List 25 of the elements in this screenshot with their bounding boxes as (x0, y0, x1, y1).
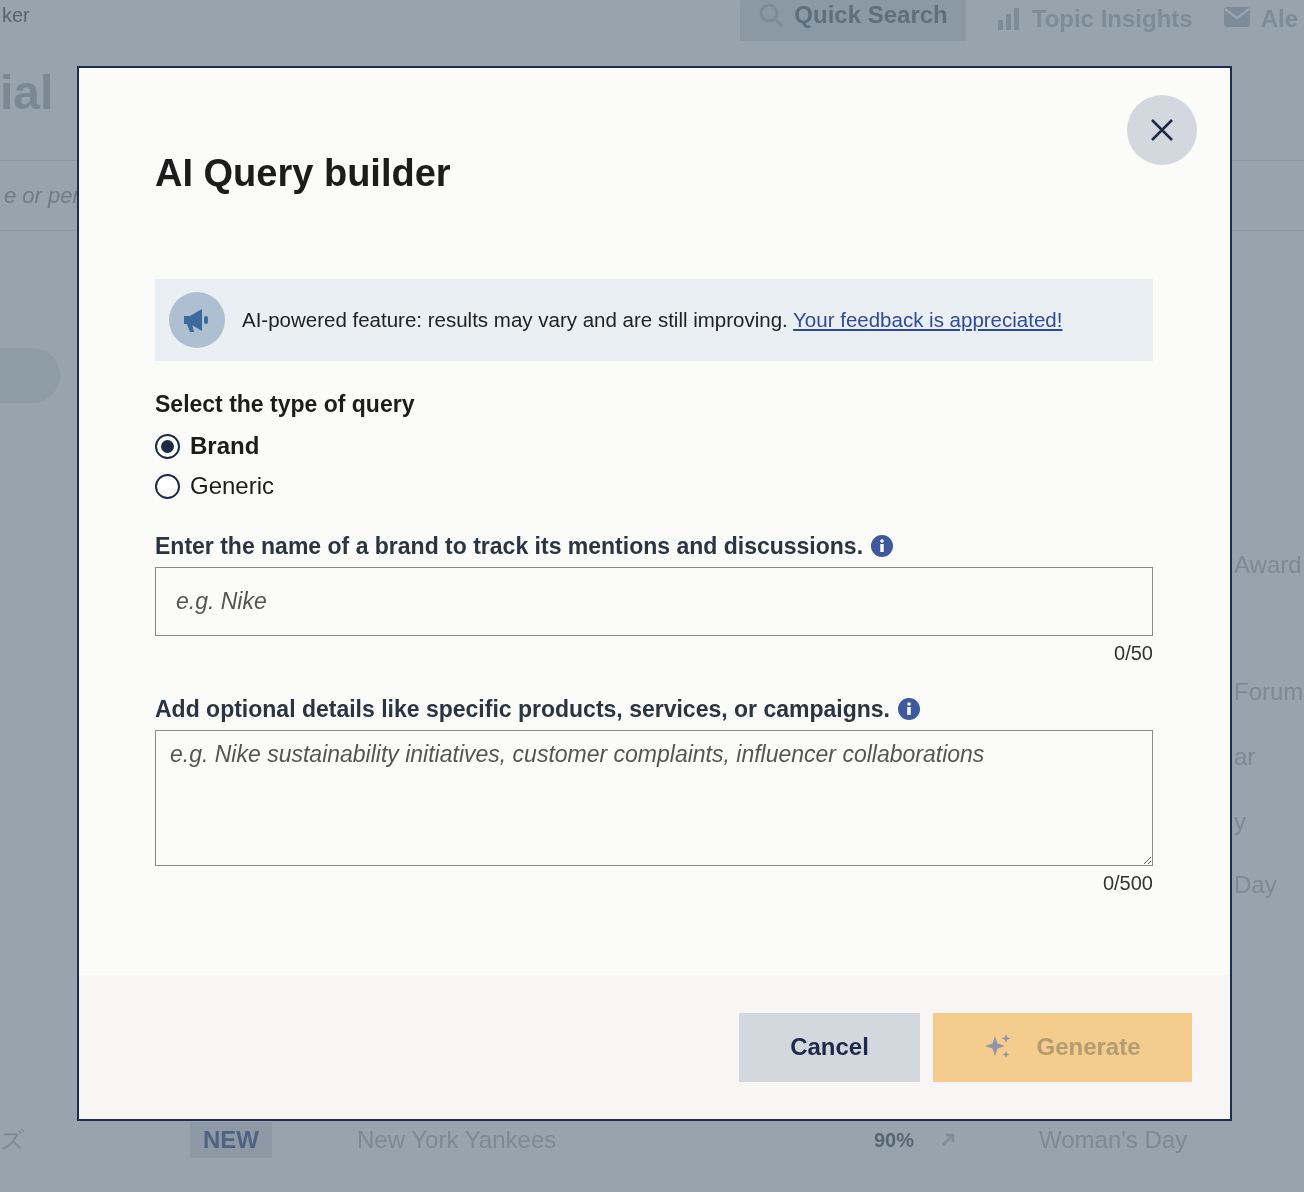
megaphone-icon (169, 292, 225, 348)
cancel-button[interactable]: Cancel (739, 1012, 920, 1082)
radio-option[interactable]: Brand (155, 426, 1153, 466)
arrow-up-right-icon (941, 1133, 955, 1147)
dialog-title: AI Query builder (155, 151, 452, 196)
info-icon (871, 535, 894, 557)
mail-icon (1222, 6, 1251, 28)
close-icon (1150, 118, 1174, 142)
percent-text: 90% (874, 1128, 916, 1152)
character-counter: 0/500 (1101, 871, 1153, 895)
brand-text: ker (2, 3, 30, 28)
bar-chart-icon (995, 6, 1022, 32)
radio-option[interactable]: Generic (155, 466, 1153, 506)
field-label: Enter the name of a brand to track its mentions and discussions. (155, 532, 864, 561)
field-label: Add optional details like specific products, services, or campaigns. (155, 695, 890, 724)
query-type-label: Select the type of query (155, 390, 416, 418)
info-icon (897, 698, 920, 720)
input-field[interactable]: e.g. Nike (155, 567, 1153, 636)
feedback-link[interactable]: Your feedback is appreciated! (793, 308, 1063, 331)
new-badge: NEW (190, 1122, 272, 1158)
radio-button[interactable] (155, 473, 180, 499)
notice-text: AI-powered feature: results may vary and are still improving. Your feedback is appreciated! (242, 308, 1063, 332)
radio-button[interactable] (155, 433, 180, 459)
text-area[interactable]: e.g. Nike sustainability initiatives, customer complaints, influencer collaborations (155, 730, 1153, 866)
character-counter: 0/50 (1113, 641, 1153, 665)
